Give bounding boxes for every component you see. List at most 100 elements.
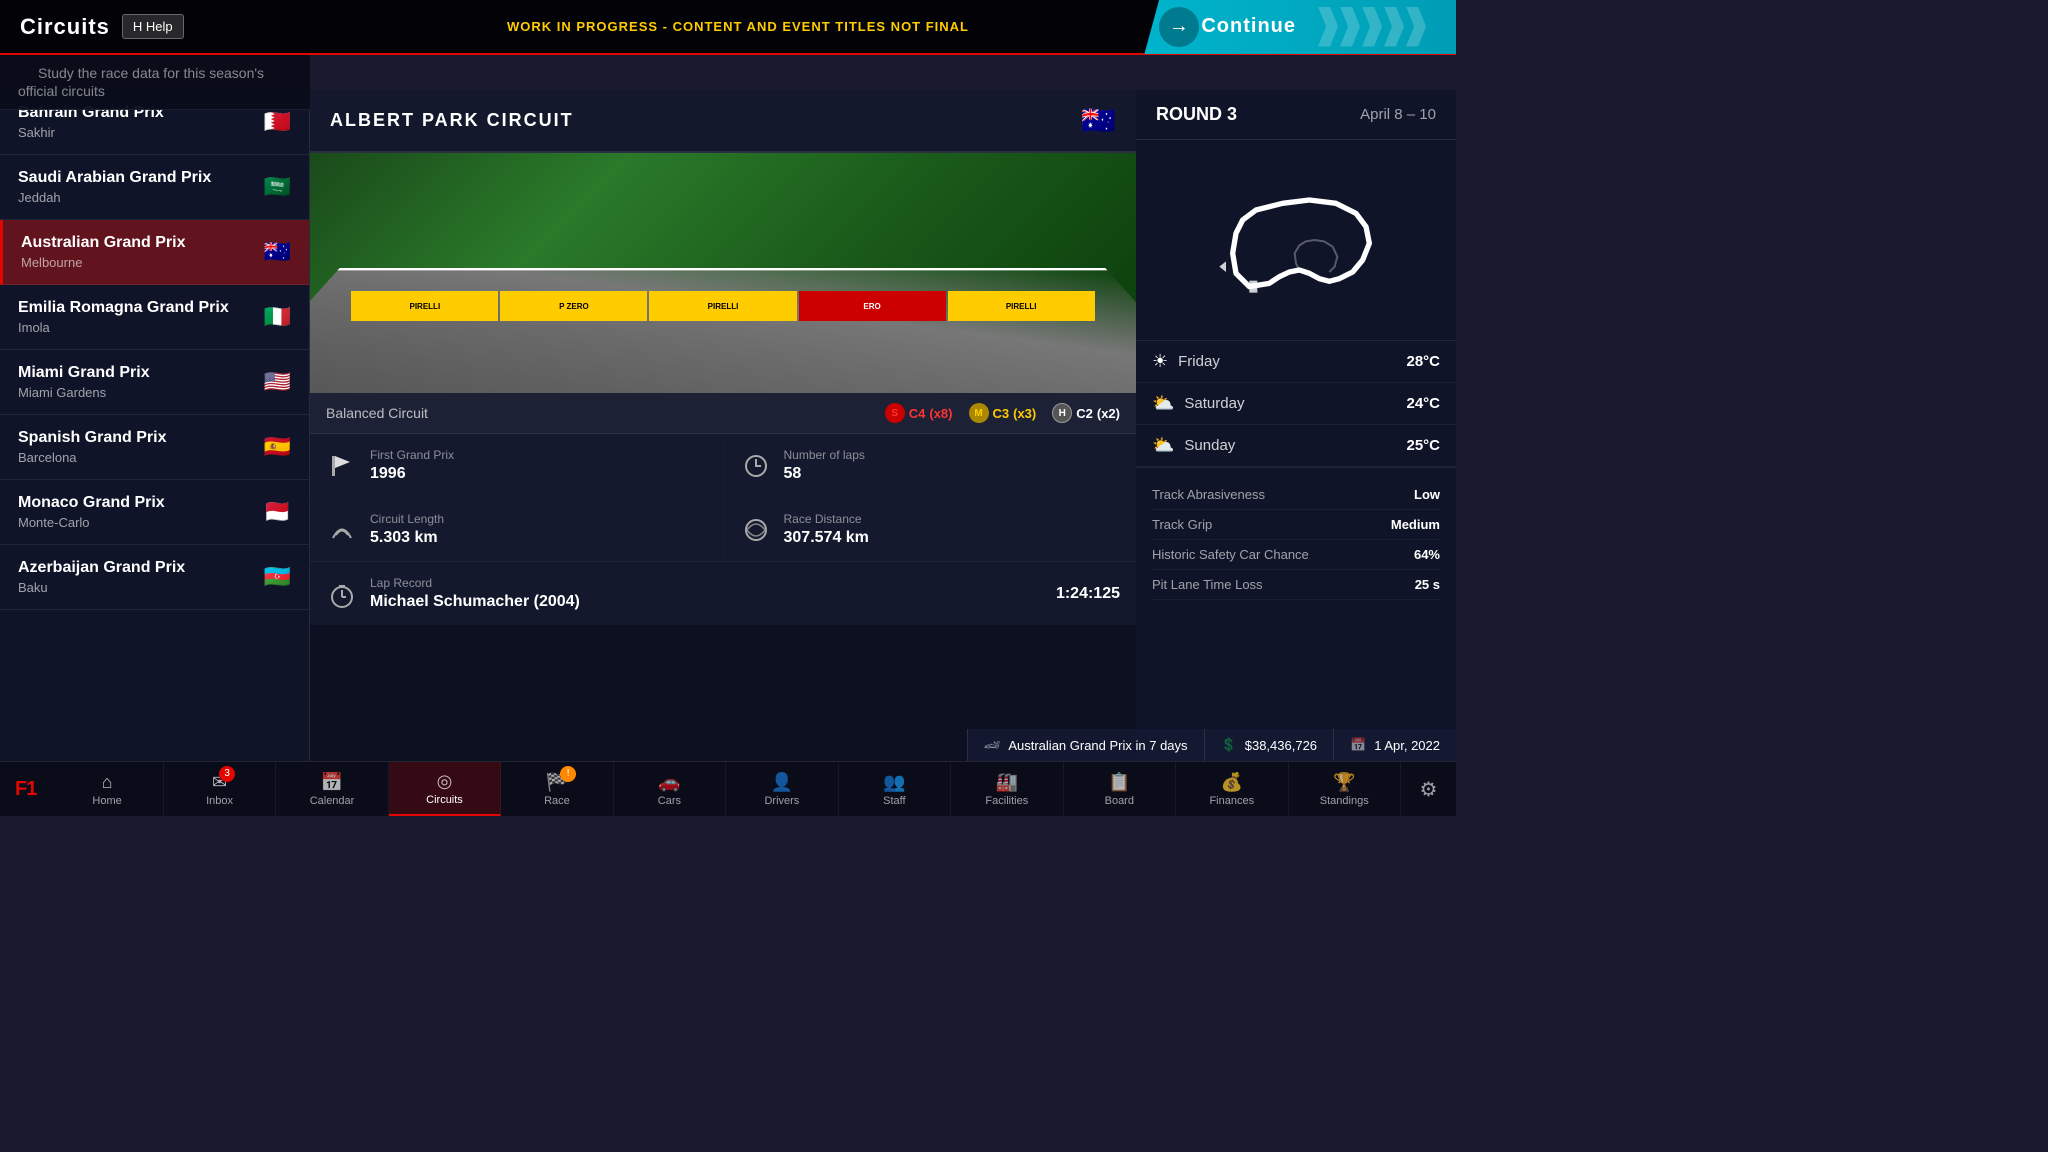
stat-length-label: Circuit Length — [370, 512, 444, 526]
circuit-name-spain: Spanish Grand Prix — [18, 429, 166, 447]
circuit-header: ALBERT PARK CIRCUIT 🇦🇺 — [310, 90, 1136, 153]
nav-label-staff: Staff — [883, 795, 905, 807]
settings-button[interactable]: ⚙ — [1401, 762, 1456, 817]
track-grip-value: Medium — [1391, 517, 1440, 532]
continue-label: Continue — [1201, 15, 1296, 38]
tyre-soft-label: C4 — [909, 406, 926, 421]
nav-item-board[interactable]: 📋 Board — [1064, 762, 1176, 816]
continue-arrow-icon: → — [1159, 7, 1199, 47]
track-pit-loss-label: Pit Lane Time Loss — [1152, 577, 1263, 592]
stat-first-gp-content: First Grand Prix 1996 — [370, 448, 454, 483]
round-dates: April 8 – 10 — [1360, 106, 1436, 123]
race-badge: ! — [560, 766, 576, 782]
inbox-badge-wrapper: ✉ 3 — [212, 772, 227, 793]
weather-friday: ☀ Friday 28°C — [1136, 341, 1456, 383]
track-stats-section: Track Abrasiveness Low Track Grip Medium… — [1136, 468, 1456, 612]
nav-label-finances: Finances — [1209, 795, 1254, 807]
circuit-flag-saudi: 🇸🇦 — [264, 174, 291, 200]
lap-record-item: Lap Record Michael Schumacher (2004) 1:2… — [310, 561, 1136, 625]
page-subtitle: Study the race data for this season's of… — [18, 61, 264, 99]
calendar-icon: 📅 — [321, 772, 343, 793]
circuit-hero-image: PIRELLI P ZERO PIRELLI ERO PIRELLI — [310, 153, 1136, 393]
nav-item-standings[interactable]: 🏆 Standings — [1289, 762, 1401, 816]
inbox-badge: 3 — [219, 766, 235, 782]
stopwatch-icon — [328, 581, 356, 609]
circuit-city-miami: Miami Gardens — [18, 385, 150, 400]
circuit-item-info-monaco: Monaco Grand Prix Monte-Carlo — [18, 494, 165, 530]
home-icon: ⌂ — [102, 772, 113, 793]
lap-record-content: Lap Record Michael Schumacher (2004) — [370, 576, 1044, 611]
status-bar: 🏎 Australian Grand Prix in 7 days 💲 $38,… — [967, 729, 1456, 761]
circuit-item-info-azerbaijan: Azerbaijan Grand Prix Baku — [18, 559, 185, 595]
circuit-header-name: ALBERT PARK CIRCUIT — [330, 110, 574, 131]
cars-icon: 🚗 — [658, 772, 680, 793]
stat-laps-label: Number of laps — [784, 448, 865, 462]
tyre-hard-circle: H — [1052, 403, 1072, 423]
track-stat-safety-car: Historic Safety Car Chance 64% — [1152, 540, 1440, 570]
chevron-1 — [1318, 7, 1338, 47]
board-icon: 📋 — [1108, 772, 1130, 793]
circuit-item-emilia[interactable]: Emilia Romagna Grand Prix Imola 🇮🇹 — [0, 285, 309, 350]
circuit-item-monaco[interactable]: Monaco Grand Prix Monte-Carlo 🇲🇨 — [0, 480, 309, 545]
nav-item-race[interactable]: 🏁 ! Race — [501, 762, 613, 816]
settings-icon: ⚙ — [1420, 777, 1438, 802]
circuit-item-saudi[interactable]: Saudi Arabian Grand Prix Jeddah 🇸🇦 — [0, 155, 309, 220]
circuit-city-azerbaijan: Baku — [18, 580, 185, 595]
header-right: → Continue — [977, 0, 1456, 54]
nav-item-facilities[interactable]: 🏭 Facilities — [951, 762, 1063, 816]
weather-sunday-name: Sunday — [1184, 437, 1396, 454]
nav-item-circuits[interactable]: ◎ Circuits — [389, 762, 501, 816]
circuit-item-australia[interactable]: Australian Grand Prix Melbourne 🇦🇺 — [0, 220, 309, 285]
circuit-flag-monaco: 🇲🇨 — [264, 499, 291, 525]
drivers-icon: 👤 — [771, 772, 793, 793]
nav-item-finances[interactable]: 💰 Finances — [1176, 762, 1288, 816]
weather-sunday-temp: 25°C — [1406, 437, 1440, 454]
stat-distance-label: Race Distance — [784, 512, 869, 526]
round-label: ROUND 3 — [1156, 104, 1237, 125]
circuit-flag-australia: 🇦🇺 — [264, 239, 291, 265]
stat-distance-value: 307.574 km — [784, 529, 869, 547]
nav-item-staff[interactable]: 👥 Staff — [839, 762, 951, 816]
track-stat-pit-loss: Pit Lane Time Loss 25 s — [1152, 570, 1440, 600]
circuit-list: Bahrain Grand Prix Sakhir 🇧🇭 Saudi Arabi… — [0, 90, 310, 761]
advert-red: ERO — [799, 291, 946, 321]
track-safety-car-label: Historic Safety Car Chance — [1152, 547, 1309, 562]
chevron-5 — [1406, 7, 1426, 47]
lap-record-holder: Michael Schumacher (2004) — [370, 593, 1044, 611]
nav-item-home[interactable]: ⌂ Home — [51, 762, 163, 816]
weather-saturday-icon: ⛅ — [1152, 393, 1174, 414]
tyre-compounds: S C4 (x8) M C3 (x3) H C2 (x2) — [885, 403, 1120, 423]
status-event-icon: 🏎 — [984, 737, 1001, 753]
status-money-icon: 💲 — [1221, 737, 1237, 753]
laps-icon — [742, 452, 770, 480]
circuit-type-bar: Balanced Circuit S C4 (x8) M C3 (x3) H C… — [310, 393, 1136, 434]
round-header: ROUND 3 April 8 – 10 — [1136, 90, 1456, 140]
circuit-flag-spain: 🇪🇸 — [264, 434, 291, 460]
weather-friday-temp: 28°C — [1406, 353, 1440, 370]
track-grip-label: Track Grip — [1152, 517, 1212, 532]
stat-first-gp-value: 1996 — [370, 465, 454, 483]
circuit-item-spain[interactable]: Spanish Grand Prix Barcelona 🇪🇸 — [0, 415, 309, 480]
nav-item-drivers[interactable]: 👤 Drivers — [726, 762, 838, 816]
continue-button[interactable]: → Continue — [1144, 0, 1456, 54]
circuit-item-azerbaijan[interactable]: Azerbaijan Grand Prix Baku 🇦🇿 — [0, 545, 309, 610]
circuit-city-monaco: Monte-Carlo — [18, 515, 165, 530]
nav-item-inbox[interactable]: ✉ 3 Inbox — [164, 762, 276, 816]
track-abrasiveness-label: Track Abrasiveness — [1152, 487, 1265, 502]
chevron-3 — [1362, 7, 1382, 47]
circuit-city-australia: Melbourne — [21, 255, 186, 270]
circuit-city-emilia: Imola — [18, 320, 229, 335]
help-button[interactable]: H Help — [122, 14, 184, 39]
circuit-item-miami[interactable]: Miami Grand Prix Miami Gardens 🇺🇸 — [0, 350, 309, 415]
circuit-flag-azerbaijan: 🇦🇿 — [264, 564, 291, 590]
chevron-decorations — [1318, 7, 1426, 47]
circuit-flag-emilia: 🇮🇹 — [264, 304, 291, 330]
advert-pirelli-1: PIRELLI — [351, 291, 498, 321]
nav-label-inbox: Inbox — [206, 795, 233, 807]
status-date: 📅 1 Apr, 2022 — [1333, 729, 1456, 761]
nav-item-cars[interactable]: 🚗 Cars — [614, 762, 726, 816]
nav-label-cars: Cars — [658, 795, 681, 807]
nav-item-calendar[interactable]: 📅 Calendar — [276, 762, 388, 816]
track-stat-abrasiveness: Track Abrasiveness Low — [1152, 480, 1440, 510]
tyre-soft-circle: S — [885, 403, 905, 423]
